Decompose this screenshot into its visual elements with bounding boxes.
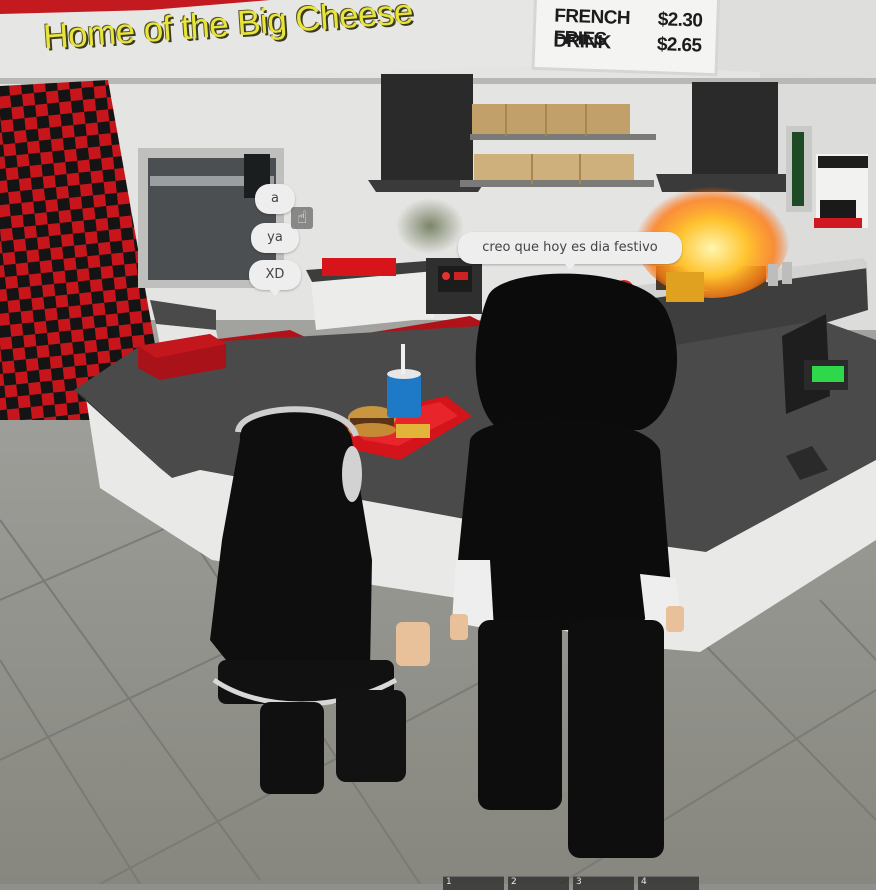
- red-tray-back: [322, 258, 396, 276]
- menu-item-price: $2.30: [657, 9, 703, 32]
- hotbar-slot-3[interactable]: 3: [573, 876, 634, 890]
- hotbar-slot-1[interactable]: 1: [443, 876, 504, 890]
- header-beam-right: [716, 0, 876, 78]
- chat-bubble-left-1: a: [255, 184, 295, 214]
- exhaust-hood-left: [381, 74, 473, 184]
- exhaust-hood-right: [692, 82, 778, 178]
- menu-board: $3.50 FRENCH FRIES $2.30 DRINK $2.65: [534, 0, 718, 74]
- chat-bubble-right: creo que hoy es dia festivo: [458, 232, 682, 270]
- fries: [396, 424, 430, 438]
- smoke: [396, 198, 464, 254]
- hand-pointer-icon: ☝: [291, 207, 313, 229]
- chat-bubble-left-3: XD: [249, 260, 301, 296]
- menu-item-name: DRINK: [553, 30, 612, 54]
- menu-item-price: $3.50: [658, 0, 703, 9]
- drink-cup: [387, 374, 421, 418]
- menu-item-price: $2.65: [656, 34, 702, 57]
- menu-item-name: [555, 0, 556, 4]
- menu-row: DRINK $2.65: [553, 30, 702, 61]
- hotbar-slot-4[interactable]: 4: [638, 876, 699, 890]
- game-scene: [0, 0, 876, 884]
- hotbar-slot-2[interactable]: 2: [508, 876, 569, 890]
- hotbar: 1 2 3 4: [443, 876, 699, 890]
